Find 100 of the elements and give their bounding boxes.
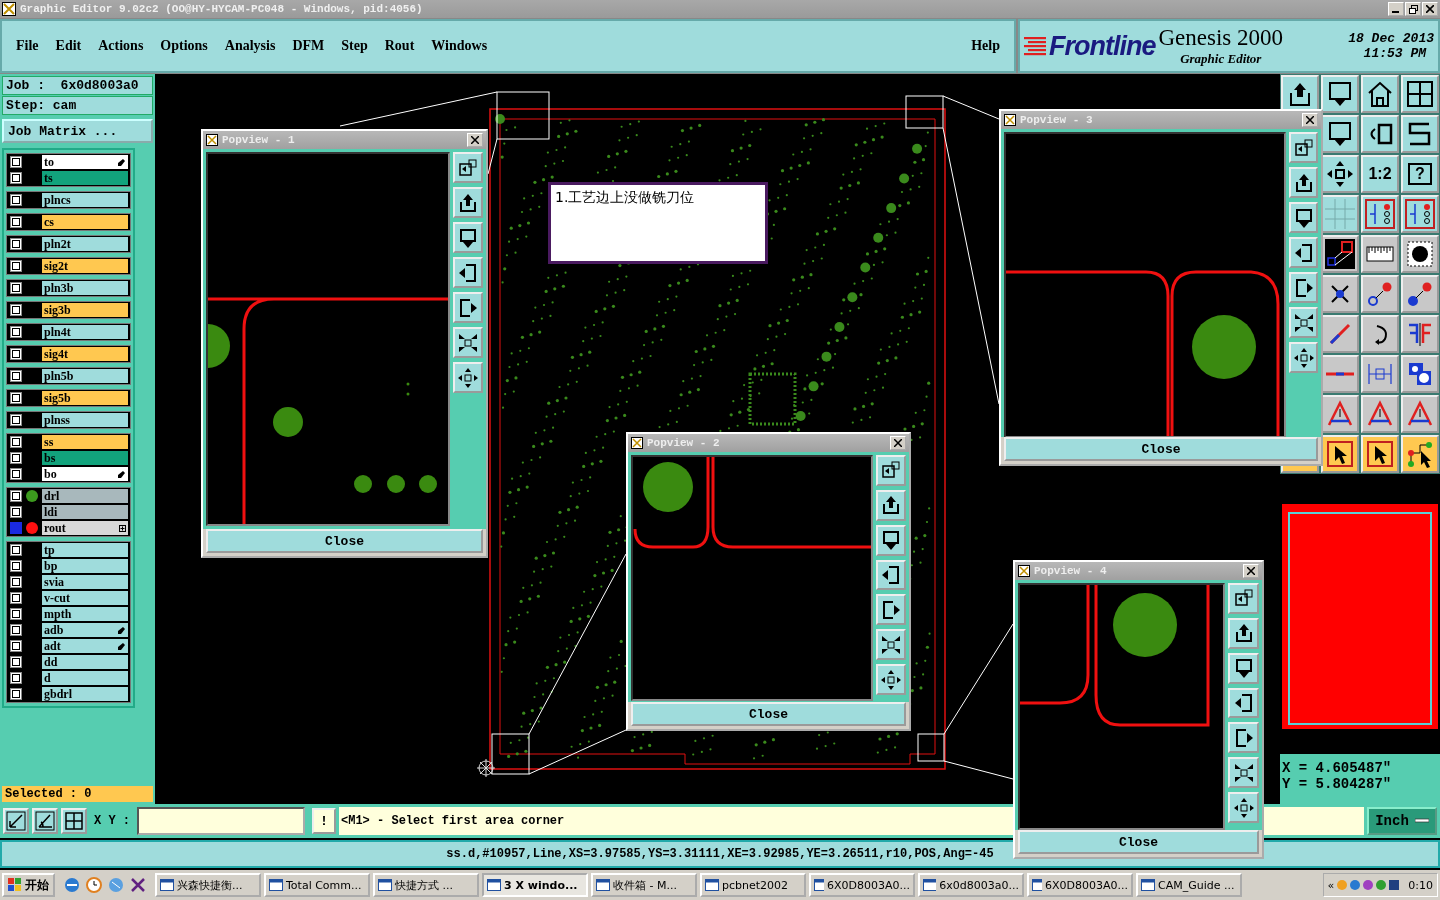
tool-button[interactable] [1321,235,1359,273]
view-tool-button[interactable] [453,187,483,218]
tool-button[interactable] [1361,395,1399,433]
tool-button[interactable]: ? [1401,155,1439,193]
layer-checkbox[interactable] [10,392,22,404]
alert-button[interactable]: ! [312,808,336,834]
menu-item[interactable]: Actions [98,38,144,54]
view-tool-button[interactable] [453,292,483,323]
zoom-view[interactable] [1018,583,1225,830]
tool-button[interactable] [1321,75,1359,113]
layer-name[interactable]: mpth [42,607,128,621]
grid-snap-button[interactable] [61,808,87,834]
layer-checkbox[interactable] [10,688,22,700]
layer-checkbox[interactable] [10,260,22,272]
tool-button[interactable] [1361,275,1399,313]
layer-checkbox[interactable] [10,656,22,668]
layer-name[interactable]: pln4t [42,325,128,339]
menu-item[interactable]: Rout [384,38,415,54]
tool-button[interactable] [1401,75,1439,113]
layer-checkbox[interactable] [10,560,22,572]
close-button[interactable] [1243,564,1259,578]
layer-checkbox[interactable] [10,172,22,184]
taskbar-button[interactable]: Total Comm... [264,873,370,897]
layer-checkbox[interactable] [10,576,22,588]
view-tool-button[interactable] [1228,652,1259,684]
zoom-view[interactable] [1004,132,1286,438]
layer-name[interactable]: pln2t [42,237,128,251]
layer-name[interactable]: adb [42,623,128,637]
layer-checkbox[interactable] [10,194,22,206]
layer-checkbox[interactable] [10,592,22,604]
close-button[interactable]: Close [1004,437,1318,461]
tool-button[interactable] [1361,435,1399,473]
view-tool-button[interactable] [876,664,906,695]
start-button[interactable]: 开始 [2,873,55,897]
view-tool-button[interactable] [1289,272,1318,303]
taskbar-button[interactable]: 6X0D8003A0... [809,873,915,897]
tool-button[interactable] [1401,395,1439,433]
view-tool-button[interactable] [1228,757,1259,789]
layer-checkbox[interactable] [10,304,22,316]
layer-checkbox[interactable] [10,156,22,168]
view-tool-button[interactable] [876,559,906,591]
layer-checkbox[interactable] [10,506,22,518]
snap-button[interactable] [3,808,29,834]
view-tool-button[interactable] [876,489,906,521]
view-tool-button[interactable] [1289,307,1318,338]
view-tool-button[interactable] [1289,132,1318,163]
layer-name[interactable]: plncs [42,193,128,207]
view-tool-button[interactable] [1228,687,1259,719]
layer-name[interactable]: ts [42,171,128,185]
view-tool-button[interactable] [453,152,483,183]
layer-name[interactable]: svia [42,575,128,589]
taskbar-button[interactable]: 6x0d8003a0... [918,873,1024,897]
layer-name[interactable]: ldi [42,505,128,519]
layer-name[interactable]: plnss [42,413,128,427]
layer-name[interactable]: v-cut [42,591,128,605]
menu-item[interactable]: Edit [55,38,82,54]
minimize-button[interactable] [1388,2,1404,16]
view-tool-button[interactable] [876,629,906,661]
view-tool-button[interactable] [1228,617,1259,649]
view-tool-button[interactable] [1228,792,1259,823]
tool-button[interactable] [1361,115,1399,153]
tray-icon[interactable] [1350,880,1361,890]
view-tool-button[interactable] [1289,202,1318,233]
layer-checkbox[interactable] [10,544,22,556]
close-button[interactable] [467,133,483,147]
view-tool-button[interactable] [453,222,483,253]
close-button[interactable] [1302,113,1318,127]
tool-button[interactable]: 1:2 [1361,155,1399,193]
taskbar-button[interactable]: 6X0D8003A0... [1027,873,1133,897]
taskbar-button[interactable]: 3 X windo... [482,873,588,897]
view-tool-button[interactable] [876,455,906,486]
close-button[interactable]: Close [1018,830,1259,854]
x-icon[interactable] [130,877,146,893]
layer-checkbox[interactable] [10,216,22,228]
layer-checkbox[interactable] [10,672,22,684]
layer-checkbox[interactable] [10,282,22,294]
menu-item[interactable]: Windows [431,38,488,54]
layer-name[interactable]: tp [42,543,128,557]
taskbar-button[interactable]: pcbnet2002 [700,873,806,897]
tool-button[interactable] [1401,355,1439,393]
job-matrix-button[interactable]: Job Matrix ... [2,119,153,143]
layer-name[interactable]: pln5b [42,369,128,383]
tool-button[interactable] [1401,115,1439,153]
layer-checkbox[interactable] [10,326,22,338]
view-tool-button[interactable] [1289,237,1318,268]
menu-item[interactable]: DFM [292,38,325,54]
close-button[interactable]: Close [631,702,906,726]
taskbar-button[interactable]: 兴森快捷衡... [155,873,261,897]
taskbar-button[interactable]: CAM_Guide ... [1136,873,1242,897]
layer-name[interactable]: cs [42,215,128,229]
layer-checkbox[interactable] [10,414,22,426]
angle-button[interactable] [32,808,58,834]
layer-checkbox[interactable] [10,452,22,464]
menu-item[interactable]: File [16,38,39,54]
view-tool-button[interactable] [453,257,483,288]
layer-name[interactable]: gbdrl [42,687,128,701]
layer-checkbox[interactable] [10,468,22,480]
menu-item[interactable]: Help [971,38,1000,54]
layer-name[interactable]: sig2t [42,259,128,273]
tool-button[interactable] [1361,315,1399,353]
